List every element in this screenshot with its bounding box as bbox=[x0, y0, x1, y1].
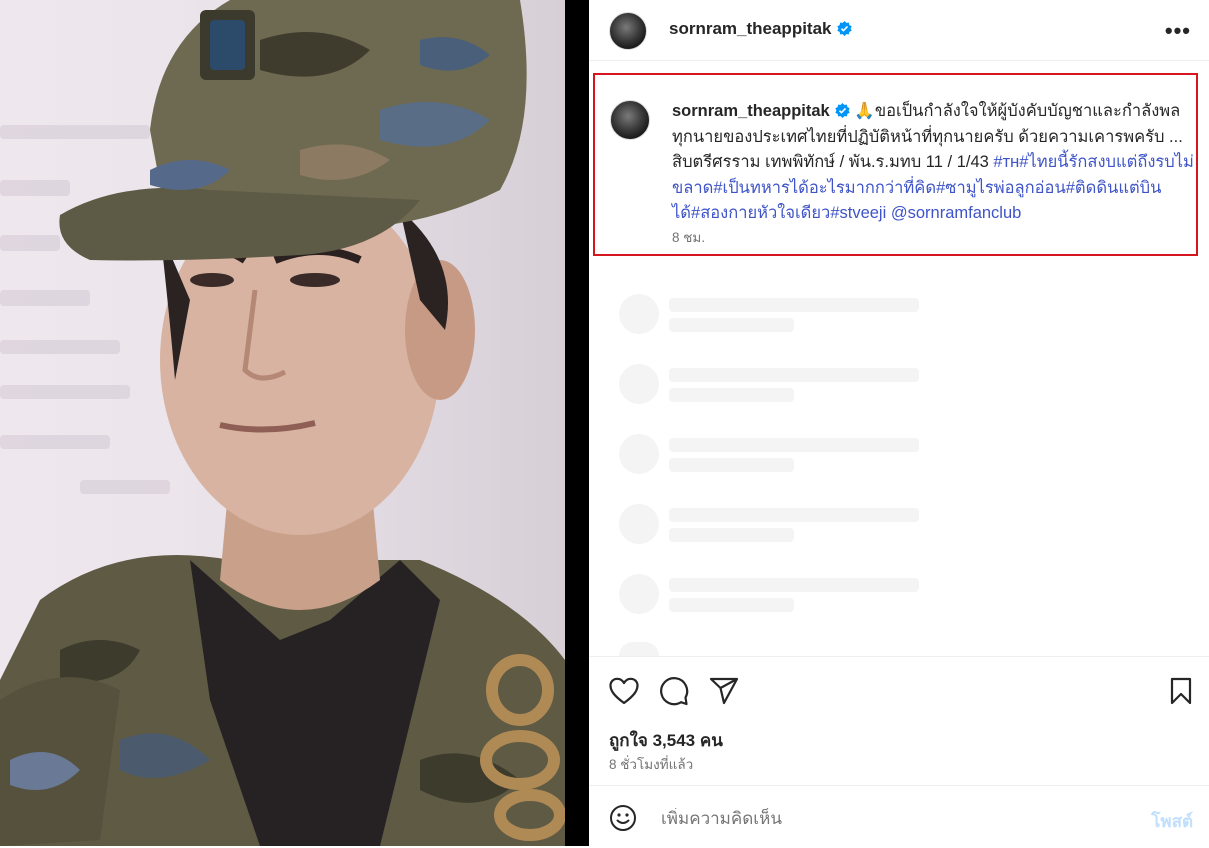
post-detail-panel: sornram_theappitak ••• sornram_theappita… bbox=[589, 0, 1209, 846]
hashtag-link[interactable]: #stveeji bbox=[830, 204, 886, 222]
save-bookmark-icon[interactable] bbox=[1169, 677, 1193, 705]
comment-composer: โพสต์ bbox=[589, 785, 1209, 848]
hashtag-link[interactable]: #เป็นทหารได้อะไรมากกว่าที่คิด bbox=[713, 179, 936, 197]
pray-emoji: 🙏 bbox=[854, 102, 875, 120]
skeleton-avatar bbox=[619, 642, 659, 656]
caption-avatar[interactable] bbox=[610, 100, 650, 140]
post-time-ago[interactable]: 8 ชั่วโมงที่แล้ว bbox=[609, 753, 693, 775]
skeleton-avatar bbox=[619, 294, 659, 334]
like-heart-icon[interactable] bbox=[609, 677, 639, 705]
skeleton-line bbox=[669, 388, 794, 402]
skeleton-line bbox=[669, 458, 794, 472]
skeleton-line bbox=[669, 598, 794, 612]
hashtag-link[interactable]: #ซามูไรพ่อลูกอ่อน bbox=[936, 179, 1066, 197]
skeleton-line bbox=[669, 318, 794, 332]
skeleton-avatar bbox=[619, 364, 659, 404]
author-avatar[interactable] bbox=[609, 12, 647, 50]
skeleton-avatar bbox=[619, 434, 659, 474]
photo-border bbox=[565, 0, 589, 846]
comment-input[interactable] bbox=[659, 808, 1103, 830]
likes-count[interactable]: ถูกใจ 3,543 คน bbox=[609, 727, 723, 754]
share-paper-plane-icon[interactable] bbox=[709, 677, 739, 705]
emoji-smiley-icon[interactable] bbox=[609, 804, 637, 832]
soldier-photo bbox=[0, 0, 565, 846]
more-options-icon[interactable]: ••• bbox=[1165, 18, 1191, 44]
caption-timestamp[interactable]: 8 ชม. bbox=[672, 226, 705, 248]
skeleton-line bbox=[669, 508, 919, 522]
author-username[interactable]: sornram_theappitak bbox=[669, 19, 852, 39]
skeleton-line bbox=[669, 528, 794, 542]
skeleton-line bbox=[669, 298, 919, 312]
skeleton-line bbox=[669, 578, 919, 592]
hashtag-link[interactable]: #สองกายหัวใจเดียว bbox=[691, 204, 830, 222]
caption-username[interactable]: sornram_theappitak bbox=[672, 102, 830, 120]
caption-highlight: sornram_theappitak 🙏ขอเป็นกำลังใจให้ผู้บ… bbox=[593, 73, 1198, 256]
skeleton-avatar bbox=[619, 504, 659, 544]
post-comment-button[interactable]: โพสต์ bbox=[1151, 808, 1193, 835]
hashtag-link[interactable]: #ᴛʜ bbox=[993, 153, 1019, 171]
skeleton-line bbox=[669, 438, 919, 452]
post-actions: ถูกใจ 3,543 คน 8 ชั่วโมงที่แล้ว โพสต์ bbox=[589, 656, 1209, 847]
post-photo[interactable] bbox=[0, 0, 565, 846]
verified-badge-icon bbox=[836, 21, 852, 36]
mention-link[interactable]: @sornramfanclub bbox=[891, 204, 1021, 222]
caption-text: sornram_theappitak 🙏ขอเป็นกำลังใจให้ผู้บ… bbox=[672, 99, 1197, 227]
skeleton-avatar bbox=[619, 574, 659, 614]
comment-bubble-icon[interactable] bbox=[659, 676, 689, 706]
verified-badge-icon bbox=[835, 103, 850, 118]
skeleton-line bbox=[669, 368, 919, 382]
post-header: sornram_theappitak ••• bbox=[589, 0, 1209, 61]
